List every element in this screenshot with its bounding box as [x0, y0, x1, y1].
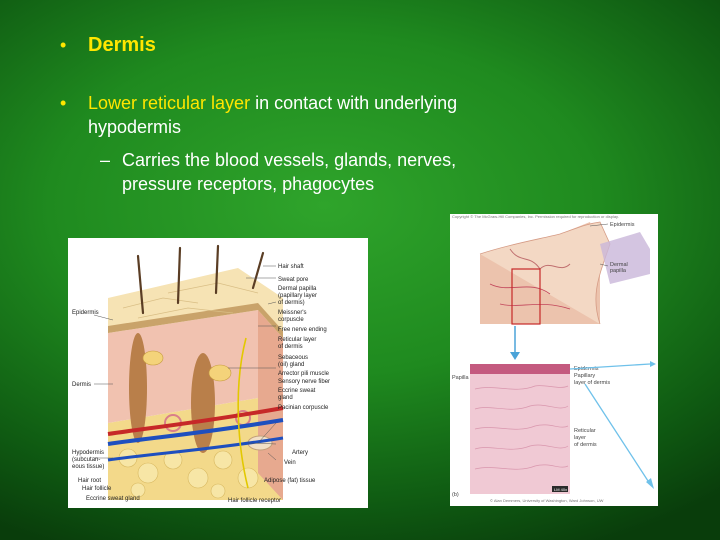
sub-bullet-text: Carries the blood vessels, glands, nerve… — [122, 150, 457, 194]
label-papillary-2: layer of dermis — [574, 380, 610, 386]
label-artery: Artery — [292, 450, 308, 456]
sub-bullet: – Carries the blood vessels, glands, ner… — [100, 148, 512, 196]
label-dermal-papilla-3: of dermis) — [278, 300, 305, 306]
magnification-label: LM 40x — [554, 487, 567, 492]
label-hair-follicle-receptor: Hair follicle receptor — [228, 498, 281, 504]
label-adipose: Adipose (fat) tissue — [264, 478, 316, 484]
label-meissner-2: corpuscle — [278, 317, 304, 323]
slide: • Dermis • Lower reticular layer in cont… — [0, 0, 720, 540]
copyright-notice: Copyright © The McGraw-Hill Companies, I… — [452, 214, 619, 219]
label-dermal-papilla-1: Dermal papilla — [278, 286, 317, 292]
skin-structure-figure: Epidermis Dermis Hypodermis (subcutan- e… — [68, 238, 368, 508]
label-papilla-left: Papilla — [452, 375, 469, 381]
label-sebaceous-2: (oil) gland — [278, 362, 304, 368]
label-vein: Vein — [284, 460, 296, 466]
sub-bullet-marker: – — [100, 150, 111, 170]
bullet-marker: • — [60, 93, 67, 113]
label-dermal-2: papilla — [610, 268, 627, 274]
label-dermis: Dermis — [72, 382, 91, 388]
label-eccrine-2: gland — [278, 395, 293, 401]
bullet-reticular: • Lower reticular layer in contact with … — [60, 91, 518, 139]
label-panel-b: (b) — [452, 492, 459, 498]
label-pacinian: Pacinian corpuscle — [278, 405, 329, 411]
label-reticular-r1: Reticular — [574, 428, 596, 434]
label-reticular-r2: layer — [574, 435, 586, 441]
dermis-layers-figure: Copyright © The McGraw-Hill Companies, I… — [450, 214, 658, 506]
dermis-layers-illustration: Copyright © The McGraw-Hill Companies, I… — [452, 214, 656, 503]
label-hypodermis-2: (subcutan- — [72, 457, 100, 463]
label-epidermis-top: Epidermis — [610, 222, 635, 228]
label-hair-follicle: Hair follicle — [82, 486, 112, 492]
micrograph-epidermis — [470, 364, 570, 374]
pointer-reticular — [584, 383, 651, 485]
bullet-highlight: Lower reticular layer — [88, 93, 251, 113]
arrow-right-icon — [650, 361, 656, 367]
label-hair-root: Hair root — [78, 478, 101, 484]
arrow-down-icon — [510, 352, 520, 360]
label-sensory-nerve: Sensory nerve fiber — [278, 379, 330, 385]
label-arrector-pili: Arrector pili muscle — [278, 371, 330, 377]
label-reticular-2: of dermis — [278, 344, 303, 350]
label-eccrine-1: Eccrine sweat — [278, 388, 316, 394]
bullet-title: Dermis — [88, 34, 156, 56]
label-sweat-pore: Sweat pore — [278, 277, 309, 283]
label-reticular-1: Reticular layer — [278, 337, 316, 343]
label-reticular-r3: of dermis — [574, 442, 597, 448]
label-meissner-1: Meissner's — [278, 310, 307, 316]
label-hair-shaft: Hair shaft — [278, 264, 304, 270]
bullet-text: Lower reticular layer in contact with un… — [88, 91, 518, 139]
bullet-marker: • — [60, 35, 67, 55]
skin-structure-illustration: Epidermis Dermis Hypodermis (subcutan- e… — [72, 244, 330, 504]
label-sebaceous-1: Sebaceous — [278, 355, 308, 361]
bullet-dermis: • Dermis — [60, 33, 156, 57]
label-dermal-papilla-2: (papillary layer — [278, 293, 317, 299]
label-hypodermis-3: eous tissue) — [72, 464, 104, 470]
label-free-nerve-ending: Free nerve ending — [278, 327, 327, 333]
label-eccrine-gland-bottom: Eccrine sweat gland — [86, 496, 140, 502]
image-credit: © Alan Demmers, University of Washington… — [490, 498, 604, 503]
label-hypodermis-1: Hypodermis — [72, 450, 104, 456]
label-epidermis: Epidermis — [72, 310, 99, 316]
label-papillary-1: Papillary — [574, 373, 595, 379]
